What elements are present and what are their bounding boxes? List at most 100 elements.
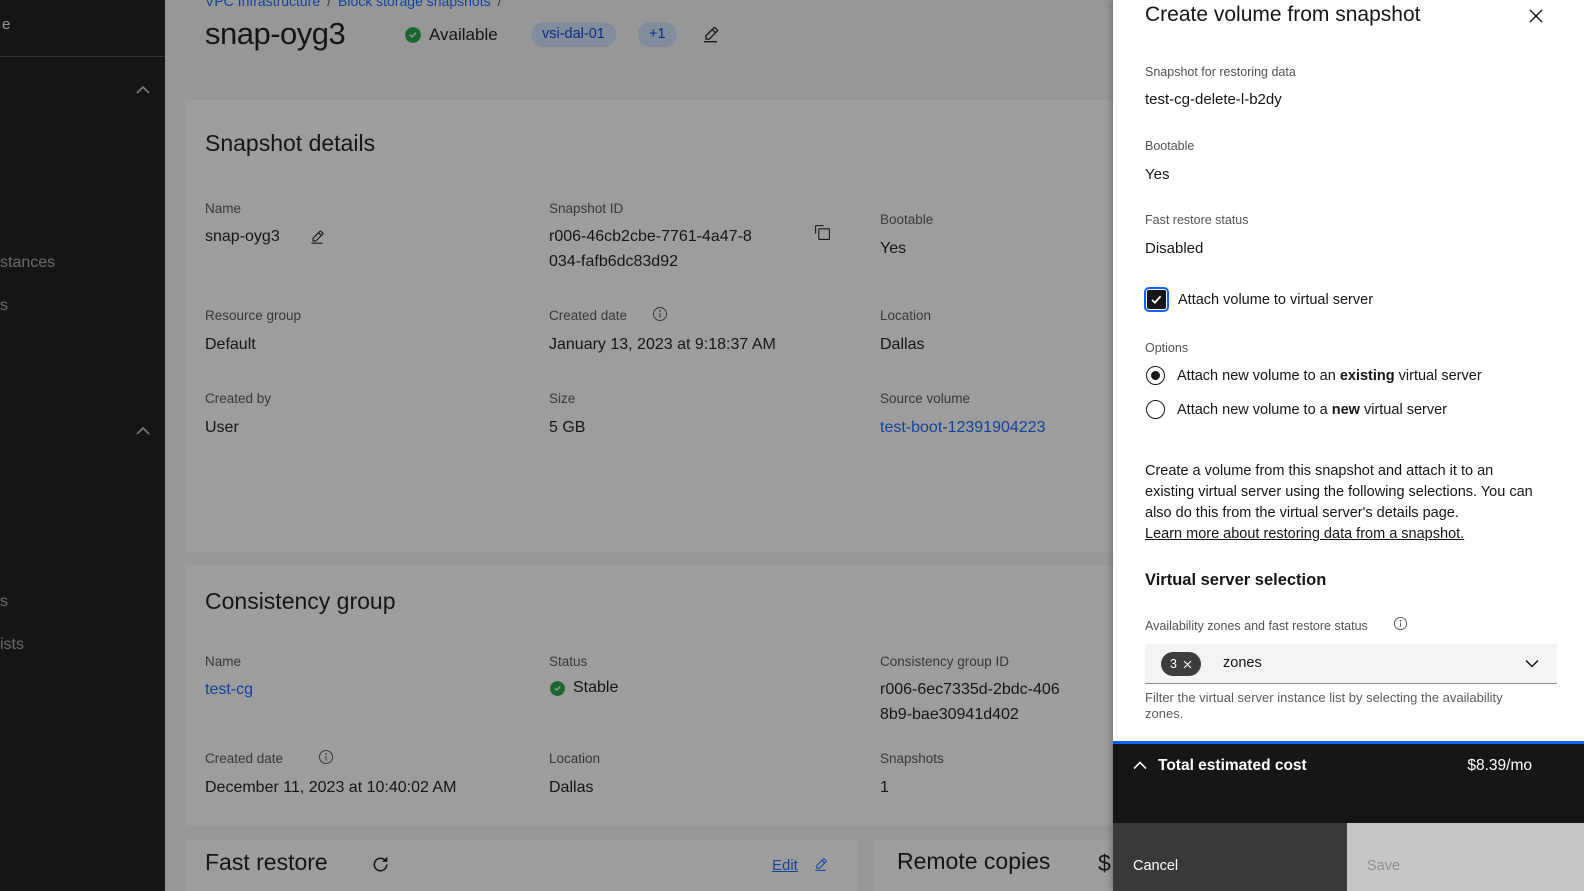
remote-copies-title: Remote copies <box>897 848 1050 875</box>
chevron-down-icon <box>1525 659 1539 668</box>
edit-tags-button[interactable] <box>700 24 721 45</box>
info-icon[interactable] <box>652 306 668 322</box>
radio-attach-new[interactable] <box>1146 400 1165 419</box>
snapshot-details-title: Snapshot details <box>205 130 375 157</box>
tag-overflow-count[interactable]: +1 <box>638 22 677 47</box>
sidebar-item-lists[interactable]: ists <box>0 636 24 654</box>
snapshot-id-value-line1: r006-46cb2cbe-7761-4a47-8 <box>549 228 752 246</box>
zones-field-label: Availability zones and fast restore stat… <box>1145 619 1368 633</box>
fast-restore-title: Fast restore <box>205 849 328 876</box>
info-icon[interactable] <box>318 749 334 765</box>
attach-volume-checkbox[interactable] <box>1147 290 1166 309</box>
breadcrumb-link-vpc-infrastructure[interactable]: VPC Infrastructure <box>205 0 320 9</box>
label-text: virtual server <box>1360 402 1447 418</box>
check-circle-icon <box>549 680 566 697</box>
copy-icon <box>814 224 831 241</box>
bootable-value: Yes <box>880 240 906 258</box>
field-label: Bootable <box>880 212 933 227</box>
cost-bar-accent-border <box>1113 741 1584 744</box>
label-text: virtual server <box>1395 368 1482 384</box>
consistency-group-id-line2: 8b9-bae30941d402 <box>880 706 1019 724</box>
field-label: Fast restore status <box>1145 213 1249 227</box>
zones-helper-text: Filter the virtual server instance list … <box>1145 690 1543 722</box>
left-nav-sidebar: e stances s s ists <box>0 0 165 891</box>
sidebar-item-instances[interactable]: stances <box>0 254 55 272</box>
sidebar-item[interactable]: s <box>0 297 8 315</box>
learn-more-link[interactable]: Learn more about restoring data from a s… <box>1145 524 1464 545</box>
pencil-icon <box>308 228 326 246</box>
cg-location-value: Dallas <box>549 779 593 797</box>
tag-close-icon[interactable] <box>1183 660 1192 669</box>
field-label: Created by <box>205 391 271 406</box>
dropdown-selected-text: zones <box>1223 655 1262 671</box>
field-label: Name <box>205 654 241 669</box>
total-cost-label: Total estimated cost <box>1158 757 1307 775</box>
sidebar-item[interactable]: s <box>0 593 8 611</box>
status-label: Available <box>429 25 498 45</box>
panel-fast-restore-value: Disabled <box>1145 240 1203 257</box>
tag-vsi-dal-01[interactable]: vsi-dal-01 <box>531 22 616 47</box>
consistency-group-id-line1: r006-6ec7335d-2bdc-406 <box>880 681 1060 699</box>
attach-volume-checkbox-label[interactable]: Attach volume to virtual server <box>1178 290 1373 311</box>
cancel-button-label: Cancel <box>1133 858 1178 874</box>
breadcrumb-separator: / <box>491 0 509 9</box>
options-group-label: Options <box>1145 341 1188 355</box>
zones-multiselect-dropdown[interactable]: 3 zones <box>1145 644 1557 684</box>
field-label: Resource group <box>205 308 301 323</box>
info-icon[interactable] <box>1393 616 1408 631</box>
radio-attach-existing-label[interactable]: Attach new volume to an existing virtual… <box>1177 366 1482 387</box>
save-button-label: Save <box>1367 858 1400 874</box>
restore-snapshot-value: test-cg-delete-l-b2dy <box>1145 91 1282 108</box>
chevron-up-icon[interactable] <box>1133 761 1147 770</box>
edit-name-button[interactable] <box>308 228 326 246</box>
tag-count: 3 <box>1170 657 1177 671</box>
consistency-group-status: Stable <box>549 679 618 697</box>
snapshot-name-value: snap-oyg3 <box>205 228 280 246</box>
field-label: Size <box>549 391 575 406</box>
create-volume-side-panel: Create volume from snapshot Snapshot for… <box>1113 0 1584 891</box>
cg-snapshots-count: 1 <box>880 779 889 797</box>
sidebar-header-fragment: e <box>2 16 10 33</box>
label-text: Attach new volume to a <box>1177 402 1332 418</box>
field-label: Snapshots <box>880 751 944 766</box>
renew-icon[interactable] <box>371 855 390 874</box>
radio-attach-existing[interactable] <box>1146 366 1165 385</box>
field-label: Name <box>205 201 241 216</box>
close-icon[interactable] <box>1528 3 1554 29</box>
field-label: Consistency group ID <box>880 654 1009 669</box>
field-label: Status <box>549 654 587 669</box>
consistency-group-title: Consistency group <box>205 588 396 615</box>
field-label: Snapshot ID <box>549 201 623 216</box>
sidebar-divider <box>0 56 165 57</box>
panel-title: Create volume from snapshot <box>1145 3 1420 27</box>
fast-restore-edit-link[interactable]: Edit <box>772 857 798 874</box>
screen: e stances s s ists VPC Infrastructure /Bl… <box>0 0 1584 891</box>
field-label: Location <box>549 751 600 766</box>
pencil-icon[interactable] <box>812 856 829 873</box>
save-button[interactable]: Save <box>1347 823 1584 891</box>
field-label: Source volume <box>880 391 970 406</box>
source-volume-link[interactable]: test-boot-12391904223 <box>880 419 1045 437</box>
zones-filter-tag[interactable]: 3 <box>1161 652 1201 676</box>
field-label: Bootable <box>1145 139 1194 153</box>
chevron-up-icon[interactable] <box>135 426 151 436</box>
copy-snapshot-id-button[interactable] <box>814 224 831 241</box>
cancel-button[interactable]: Cancel <box>1113 823 1347 891</box>
remote-copies-partial-text: $ <box>1098 850 1111 877</box>
virtual-server-selection-heading: Virtual server selection <box>1145 571 1326 590</box>
snapshot-details-card <box>185 100 1130 552</box>
total-cost-bar[interactable]: Total estimated cost $8.39/mo <box>1113 744 1584 823</box>
radio-attach-new-label[interactable]: Attach new volume to a new virtual serve… <box>1177 400 1447 421</box>
label-bold-text: new <box>1332 402 1360 418</box>
field-label: Created date <box>549 308 627 323</box>
consistency-group-name-link[interactable]: test-cg <box>205 681 253 699</box>
pencil-icon <box>700 24 721 45</box>
breadcrumb-link-block-storage-snapshots[interactable]: Block storage snapshots <box>338 0 491 9</box>
chevron-up-icon[interactable] <box>135 85 151 95</box>
edit-link-label: Edit <box>772 857 798 874</box>
status-badge: Available <box>404 25 498 45</box>
checkmark-icon <box>1150 293 1163 306</box>
page-title: snap-oyg3 <box>205 16 345 52</box>
field-label: Location <box>880 308 931 323</box>
label-bold-text: existing <box>1340 368 1395 384</box>
